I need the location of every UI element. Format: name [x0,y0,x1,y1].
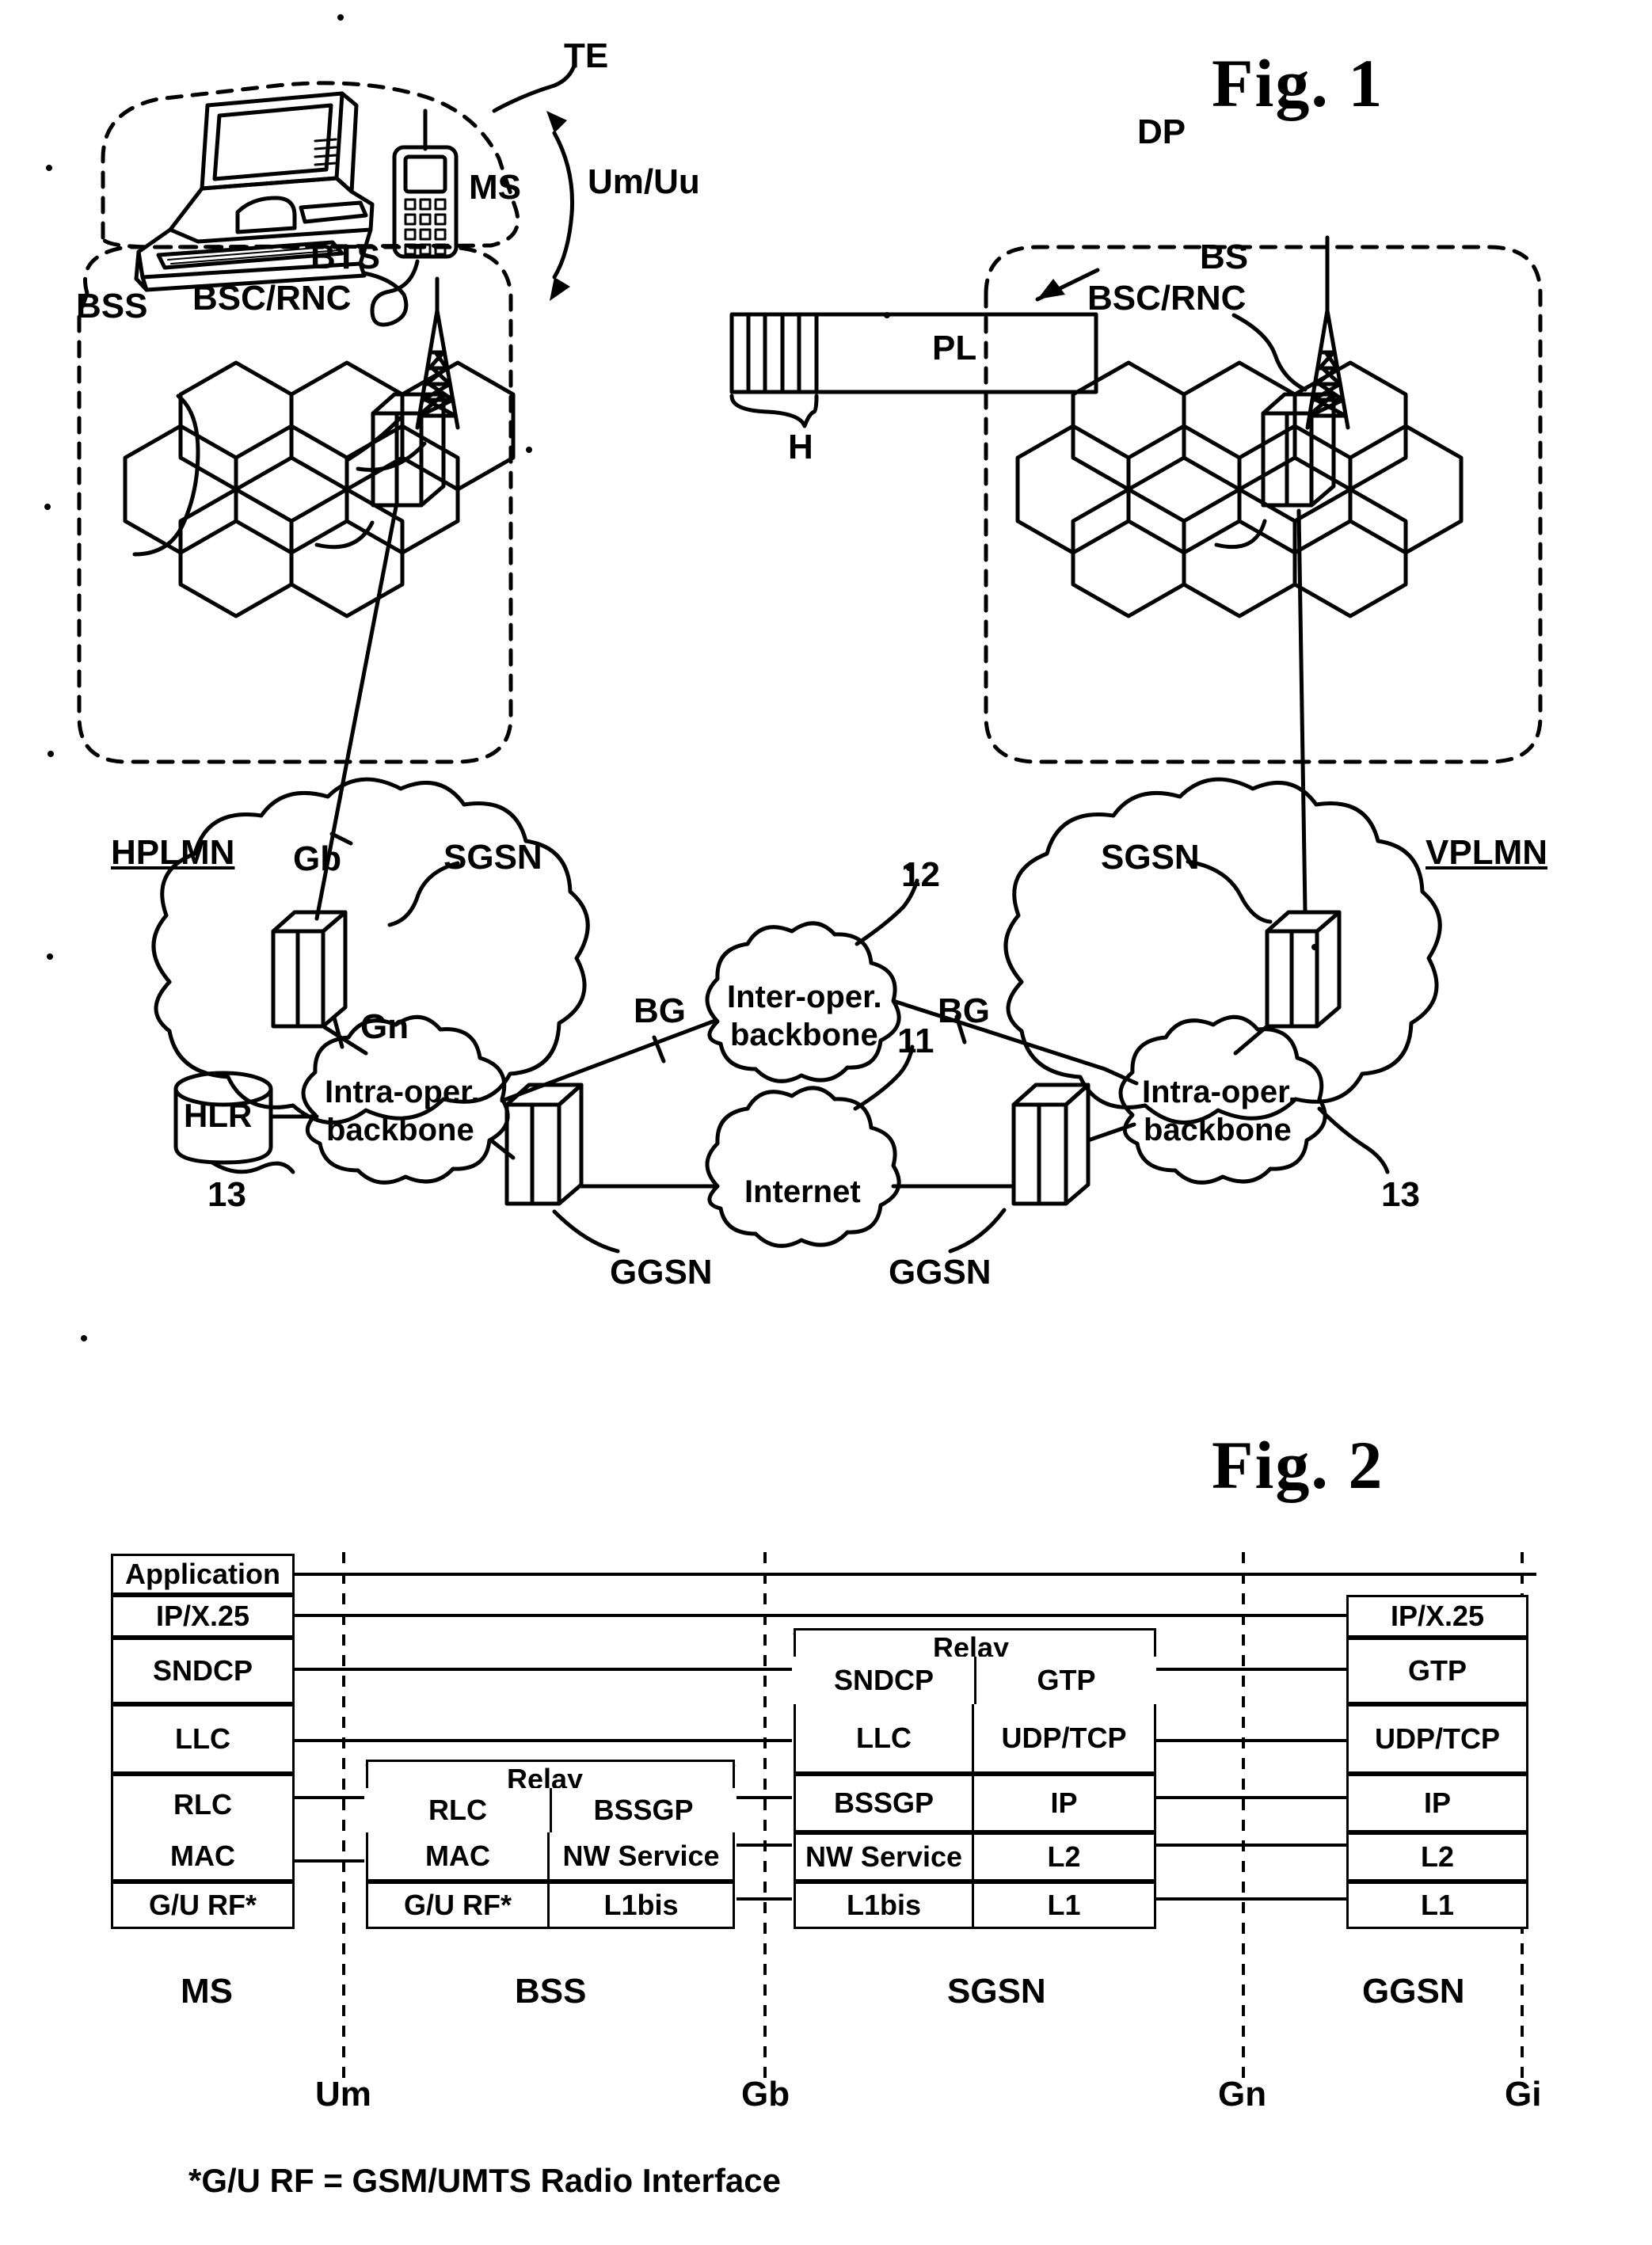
ggsn-layer-ip-x25: IP/X.25 [1346,1595,1528,1638]
ggsn-layer-udp-tcp: UDP/TCP [1346,1704,1528,1774]
sgsn-layer-nw-service: NW Service [794,1832,974,1882]
sgsn-layer-bssgp: BSSGP [794,1774,974,1832]
fig2-footnote: *G/U RF = GSM/UMTS Radio Interface [188,2162,781,2199]
sgsn-layer-udp-tcp: UDP/TCP [974,1704,1156,1774]
sgsn-layer-l2: L2 [974,1832,1156,1882]
fig2-interface-label-gi: Gi [1505,2075,1542,2114]
sgsn-layer-l1bis: L1bis [794,1882,974,1929]
fig2-interface-label-gb: Gb [741,2075,790,2114]
fig2-node-label-ms: MS [181,1972,233,2011]
ggsn-layer-gtp: GTP [1346,1638,1528,1704]
patent-figure-page: Fig. 1 TE MS DP PL H Um/Uu BTS BS BSC/RN… [0,0,1652,2245]
ms-layer-application: Application [111,1554,295,1595]
bss-layer-bssgp: BSSGP [550,1788,735,1832]
bss-layer-rlc: RLC [366,1788,550,1832]
ggsn-layer-l2: L2 [1346,1832,1528,1882]
sgsn-layer-llc: LLC [794,1704,974,1774]
ms-layer-gu-rf: G/U RF* [111,1882,295,1929]
bss-layer-gu-rf: G/U RF* [366,1882,550,1929]
sgsn-layer-l1: L1 [974,1882,1156,1929]
bss-layer-nw-service: NW Service [550,1832,735,1882]
fig2-interface-label-um: Um [315,2075,371,2114]
sgsn-layer-sndcp: SNDCP [794,1657,974,1704]
fig2-node-label-sgsn: SGSN [947,1972,1046,2011]
sgsn-layer-ip: IP [974,1774,1156,1832]
bss-layer-mac: MAC [366,1832,550,1882]
fig2-node-label-ggsn: GGSN [1362,1972,1465,2011]
ms-layer-sndcp: SNDCP [111,1638,295,1704]
sgsn-layer-gtp: GTP [974,1657,1156,1704]
fig2-interface-label-gn: Gn [1218,2075,1267,2114]
ggsn-layer-l1: L1 [1346,1882,1528,1929]
bss-layer-l1bis: L1bis [550,1882,735,1929]
ggsn-layer-ip: IP [1346,1774,1528,1832]
fig2-node-label-bss: BSS [515,1972,587,2011]
ms-layer-rlc: RLC [111,1774,295,1832]
ms-layer-ip-x25: IP/X.25 [111,1595,295,1638]
ms-layer-llc: LLC [111,1704,295,1774]
ms-layer-mac: MAC [111,1832,295,1882]
